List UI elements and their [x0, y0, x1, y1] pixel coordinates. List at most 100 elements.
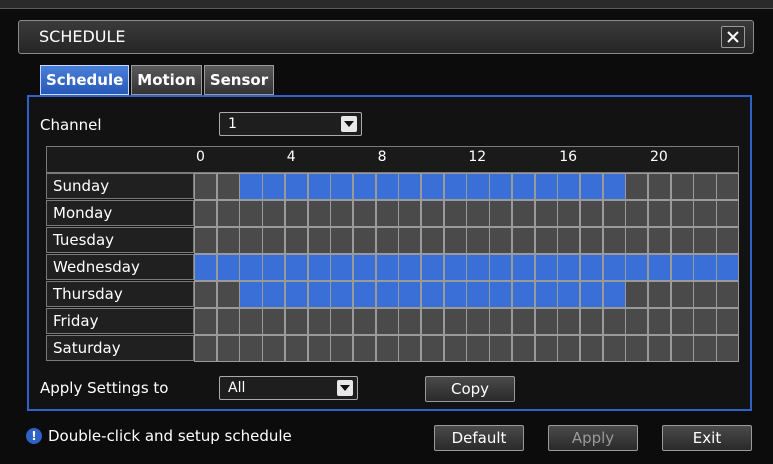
schedule-cell[interactable]: [693, 308, 717, 335]
schedule-cell[interactable]: [216, 335, 240, 362]
schedule-cell[interactable]: [330, 200, 354, 227]
schedule-cell[interactable]: [262, 308, 286, 335]
schedule-cell[interactable]: [216, 173, 240, 200]
close-button[interactable]: [721, 26, 745, 48]
schedule-cell[interactable]: [194, 173, 218, 200]
schedule-cell[interactable]: [330, 254, 354, 281]
schedule-cell[interactable]: [284, 308, 308, 335]
schedule-cell[interactable]: [579, 254, 604, 281]
schedule-cell[interactable]: [557, 335, 581, 362]
exit-button[interactable]: Exit: [662, 425, 752, 451]
schedule-cell[interactable]: [534, 173, 558, 200]
schedule-cell[interactable]: [625, 173, 649, 200]
schedule-cell[interactable]: [534, 254, 558, 281]
schedule-cell[interactable]: [375, 227, 399, 254]
schedule-cell[interactable]: [489, 254, 513, 281]
schedule-cell[interactable]: [443, 254, 467, 281]
schedule-cell[interactable]: [625, 200, 649, 227]
schedule-cell[interactable]: [307, 308, 331, 335]
schedule-cell[interactable]: [307, 173, 331, 200]
schedule-cell[interactable]: [443, 281, 467, 308]
schedule-cell[interactable]: [602, 281, 626, 308]
schedule-cell[interactable]: [693, 335, 717, 362]
schedule-cell[interactable]: [693, 173, 717, 200]
schedule-cell[interactable]: [421, 200, 445, 227]
schedule-cell[interactable]: [307, 254, 331, 281]
schedule-cell[interactable]: [352, 335, 377, 362]
schedule-cell[interactable]: [716, 335, 740, 362]
schedule-cell[interactable]: [557, 254, 581, 281]
schedule-cell[interactable]: [716, 173, 740, 200]
schedule-cell[interactable]: [625, 308, 649, 335]
schedule-cell[interactable]: [398, 200, 422, 227]
schedule-cell[interactable]: [421, 335, 445, 362]
schedule-cell[interactable]: [557, 173, 581, 200]
schedule-cell[interactable]: [466, 227, 490, 254]
copy-button[interactable]: Copy: [425, 376, 515, 402]
apply-settings-select[interactable]: All: [219, 376, 358, 400]
schedule-cell[interactable]: [421, 308, 445, 335]
schedule-cell[interactable]: [489, 227, 513, 254]
schedule-cell[interactable]: [466, 173, 490, 200]
schedule-cell[interactable]: [352, 200, 377, 227]
schedule-cell[interactable]: [511, 281, 535, 308]
schedule-cell[interactable]: [534, 200, 558, 227]
schedule-cell[interactable]: [602, 254, 626, 281]
schedule-cell[interactable]: [579, 281, 604, 308]
schedule-cell[interactable]: [511, 173, 535, 200]
schedule-cell[interactable]: [330, 281, 354, 308]
schedule-cell[interactable]: [375, 308, 399, 335]
schedule-cell[interactable]: [352, 281, 377, 308]
schedule-cell[interactable]: [330, 227, 354, 254]
schedule-cell[interactable]: [534, 227, 558, 254]
schedule-cell[interactable]: [262, 173, 286, 200]
schedule-cell[interactable]: [534, 335, 558, 362]
schedule-cell[interactable]: [670, 254, 694, 281]
schedule-cell[interactable]: [239, 335, 263, 362]
schedule-cell[interactable]: [375, 281, 399, 308]
schedule-cell[interactable]: [648, 173, 672, 200]
schedule-cell[interactable]: [239, 308, 263, 335]
schedule-cell[interactable]: [375, 200, 399, 227]
schedule-cell[interactable]: [375, 173, 399, 200]
schedule-cell[interactable]: [421, 254, 445, 281]
schedule-cell[interactable]: [625, 254, 649, 281]
schedule-cell[interactable]: [557, 200, 581, 227]
schedule-cell[interactable]: [398, 173, 422, 200]
apply-button[interactable]: Apply: [548, 425, 638, 451]
schedule-cell[interactable]: [579, 335, 604, 362]
schedule-cell[interactable]: [262, 254, 286, 281]
schedule-cell[interactable]: [352, 227, 377, 254]
schedule-cell[interactable]: [648, 227, 672, 254]
schedule-cell[interactable]: [352, 308, 377, 335]
schedule-cell[interactable]: [625, 227, 649, 254]
schedule-cell[interactable]: [557, 281, 581, 308]
schedule-cell[interactable]: [307, 227, 331, 254]
schedule-cell[interactable]: [239, 227, 263, 254]
schedule-cell[interactable]: [375, 335, 399, 362]
schedule-cell[interactable]: [216, 200, 240, 227]
schedule-cell[interactable]: [216, 227, 240, 254]
schedule-cell[interactable]: [579, 227, 604, 254]
schedule-cell[interactable]: [716, 227, 740, 254]
schedule-cell[interactable]: [284, 173, 308, 200]
schedule-cell[interactable]: [398, 227, 422, 254]
default-button[interactable]: Default: [434, 425, 524, 451]
tab-motion[interactable]: Motion: [131, 65, 202, 95]
schedule-cell[interactable]: [352, 254, 377, 281]
channel-select[interactable]: 1: [219, 112, 362, 136]
schedule-cell[interactable]: [194, 254, 218, 281]
schedule-cell[interactable]: [443, 227, 467, 254]
schedule-cell[interactable]: [239, 200, 263, 227]
schedule-cell[interactable]: [284, 281, 308, 308]
schedule-cell[interactable]: [489, 173, 513, 200]
schedule-cell[interactable]: [693, 200, 717, 227]
schedule-cell[interactable]: [330, 335, 354, 362]
schedule-cell[interactable]: [579, 308, 604, 335]
schedule-cell[interactable]: [443, 335, 467, 362]
schedule-cell[interactable]: [716, 200, 740, 227]
schedule-cell[interactable]: [625, 281, 649, 308]
schedule-cell[interactable]: [398, 308, 422, 335]
schedule-cell[interactable]: [466, 335, 490, 362]
schedule-cell[interactable]: [466, 281, 490, 308]
